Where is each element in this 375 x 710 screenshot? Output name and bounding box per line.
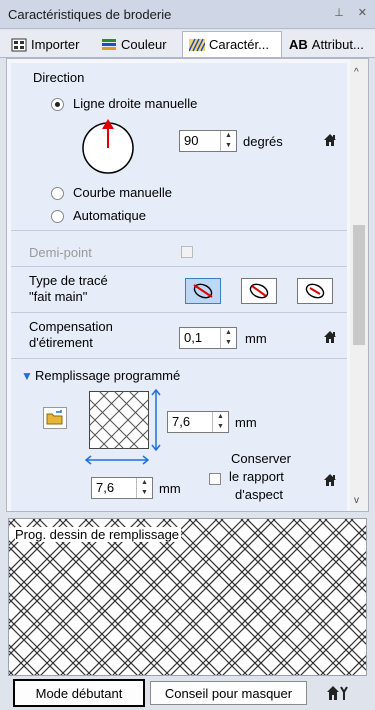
angle-unit: degrés — [243, 134, 283, 149]
radio-automatic-label[interactable]: Automatique — [73, 208, 146, 223]
height-arrow — [151, 389, 161, 451]
compensation-row: Compensation d'étirement 0,1 ▲ ▼ mm — [11, 315, 347, 359]
compensation-stepper[interactable]: 0,1 ▲ ▼ — [179, 327, 237, 349]
trace-type-option-2[interactable] — [241, 278, 277, 304]
import-icon — [11, 38, 27, 51]
window-title: Caractéristiques de broderie — [8, 6, 172, 22]
trace-type-row: Type de tracé "fait main" — [11, 269, 347, 313]
radio-manual-curve-label[interactable]: Courbe manuelle — [73, 185, 172, 200]
open-folder-icon — [46, 410, 63, 425]
open-file-button[interactable] — [43, 407, 67, 429]
tab-label: Importer — [31, 37, 80, 52]
half-stitch-label: Demi-point — [29, 245, 92, 260]
keep-aspect-label-line1[interactable]: Conserver — [231, 451, 291, 466]
fill-height-value[interactable]: 7,6 — [168, 412, 212, 432]
trace-style-2-icon — [249, 283, 269, 299]
fill-pattern-preview: Prog. dessin de remplissage — [8, 518, 367, 676]
angle-value[interactable]: 90 — [180, 131, 220, 151]
reset-default-icon[interactable] — [323, 330, 337, 344]
compensation-label-line1: Compensation — [29, 319, 113, 334]
half-stitch-row: Demi-point — [11, 237, 347, 267]
tab-label: Caractér... — [209, 37, 269, 52]
stepper-buttons[interactable]: ▲ ▼ — [212, 412, 228, 432]
tab-character[interactable]: Caractér... — [182, 31, 282, 57]
radio-automatic[interactable] — [51, 210, 64, 223]
beginner-mode-button[interactable]: Mode débutant — [13, 679, 145, 707]
direction-dial[interactable] — [81, 117, 135, 175]
radio-manual-line[interactable] — [51, 98, 64, 111]
angle-stepper[interactable]: 90 ▲ ▼ — [179, 130, 237, 152]
stepper-buttons[interactable]: ▲ ▼ — [136, 478, 152, 498]
radio-manual-line-label[interactable]: Ligne droite manuelle — [73, 96, 197, 111]
trace-type-label-line1: Type de tracé — [29, 273, 108, 288]
fill-pattern-graphic — [9, 519, 366, 675]
reset-default-icon[interactable] — [323, 133, 337, 147]
pin-icon[interactable]: ⊥ — [334, 6, 344, 19]
compensation-value[interactable]: 0,1 — [180, 328, 220, 348]
keep-aspect-label-line3[interactable]: d'aspect — [235, 487, 283, 502]
radio-manual-curve[interactable] — [51, 187, 64, 200]
fill-width-value[interactable]: 7,6 — [92, 478, 136, 498]
fill-height-unit: mm — [235, 415, 257, 430]
character-icon — [189, 38, 205, 51]
programmed-fill-section: ▼ Remplissage programmé 7,6 ▲ ▼ mm 7,6 ▲… — [11, 361, 347, 511]
scroll-down-icon[interactable]: v — [354, 495, 359, 506]
trace-style-1-icon — [193, 283, 213, 299]
preview-label: Prog. dessin de remplissage — [15, 527, 182, 542]
trace-type-label-line2: "fait main" — [29, 289, 88, 304]
color-icon — [102, 38, 116, 50]
reset-default-icon[interactable] — [323, 473, 337, 487]
trace-type-option-3[interactable] — [297, 278, 333, 304]
tab-color[interactable]: Couleur — [94, 31, 182, 57]
tab-attribute[interactable]: AB Attribut... — [282, 31, 374, 57]
half-stitch-checkbox[interactable] — [181, 246, 193, 258]
fill-height-stepper[interactable]: 7,6 ▲ ▼ — [167, 411, 229, 433]
compensation-unit: mm — [245, 331, 267, 346]
house-settings-icon[interactable] — [326, 685, 350, 701]
stepper-buttons[interactable]: ▲ ▼ — [220, 131, 236, 151]
scrollbar-thumb[interactable] — [353, 225, 365, 345]
tab-label: Couleur — [121, 37, 167, 52]
properties-content: Direction Ligne droite manuelle 90 ▲ ▼ de… — [11, 63, 347, 511]
bottom-toolbar: Mode débutant Conseil pour masquer — [0, 676, 375, 710]
properties-panel[interactable]: Direction Ligne droite manuelle 90 ▲ ▼ de… — [6, 58, 369, 512]
keep-aspect-checkbox[interactable] — [209, 473, 221, 485]
width-arrow — [85, 455, 149, 465]
fill-width-stepper[interactable]: 7,6 ▲ ▼ — [91, 477, 153, 499]
programmed-fill-heading[interactable]: Remplissage programmé — [35, 368, 180, 383]
compensation-label-line2: d'étirement — [29, 335, 93, 350]
window-titlebar: Caractéristiques de broderie ⊥ ✕ — [0, 0, 375, 29]
keep-aspect-label-line2[interactable]: le rapport — [229, 469, 284, 484]
scroll-up-icon[interactable]: ^ — [354, 67, 359, 78]
stepper-buttons[interactable]: ▲ ▼ — [220, 328, 236, 348]
attribute-icon: AB — [289, 37, 308, 52]
close-icon[interactable]: ✕ — [358, 6, 367, 19]
fill-pattern-thumbnail — [89, 391, 149, 449]
tab-bar: Importer Couleur Caractér... AB Attribut… — [0, 30, 375, 58]
trace-type-option-1[interactable] — [185, 278, 221, 304]
tab-label: Attribut... — [311, 37, 364, 52]
hide-tips-button[interactable]: Conseil pour masquer — [150, 681, 307, 705]
direction-section: Direction Ligne droite manuelle 90 ▲ ▼ de… — [11, 63, 347, 231]
collapse-triangle-icon[interactable]: ▼ — [21, 369, 33, 383]
vertical-scrollbar[interactable]: ^ v — [350, 59, 368, 511]
fill-width-unit: mm — [159, 481, 181, 496]
direction-heading: Direction — [33, 70, 85, 85]
trace-style-3-icon — [305, 283, 325, 299]
tab-import[interactable]: Importer — [4, 31, 94, 57]
